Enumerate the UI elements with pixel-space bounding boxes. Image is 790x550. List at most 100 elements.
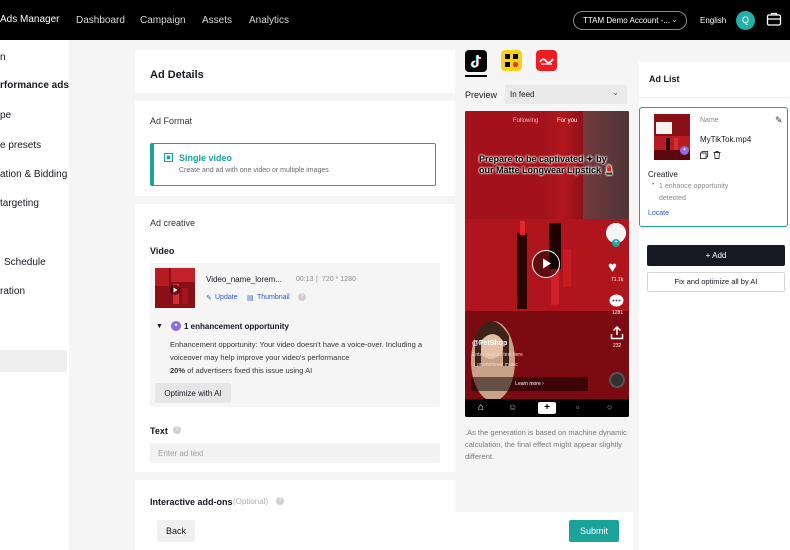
thumbnail-link[interactable]: Thumbnail bbox=[257, 294, 290, 301]
language-selector[interactable]: English bbox=[700, 16, 726, 25]
back-button[interactable]: Back bbox=[157, 520, 195, 542]
sidebar-item-targeting[interactable]: targeting bbox=[0, 198, 39, 209]
page-title: Ad Details bbox=[150, 69, 204, 81]
video-caption-overlay: Prepare to be captivated ✦ by our Matte … bbox=[479, 154, 615, 175]
sidebar-item-0[interactable]: n bbox=[0, 52, 6, 63]
follow-plus-icon[interactable]: + bbox=[612, 239, 620, 247]
sidebar-item-presets[interactable]: e presets bbox=[0, 140, 41, 151]
add-ad-button[interactable]: + Add bbox=[647, 245, 785, 266]
create-plus-icon[interactable]: + bbox=[538, 402, 556, 414]
format-card-desc: Create and ad with one video or multiple… bbox=[179, 167, 329, 174]
play-button[interactable] bbox=[532, 250, 560, 278]
help-icon[interactable]: ? bbox=[173, 426, 181, 434]
inbox-icon[interactable]: ▫ bbox=[576, 402, 579, 412]
fix-optimize-all-button[interactable]: Fix and optimize all by AI bbox=[647, 272, 785, 292]
music-disc-icon[interactable] bbox=[609, 372, 625, 388]
preview-label: Preview bbox=[465, 90, 498, 100]
edit-pencil-icon[interactable]: ✎ bbox=[775, 115, 783, 126]
placement-select[interactable]: In feed ⌄ bbox=[505, 85, 627, 104]
placement-value: In feed bbox=[510, 90, 535, 99]
cta-button[interactable]: Learn more › bbox=[471, 377, 588, 391]
enhancement-body: Enhancement opportunity: Your video does… bbox=[170, 340, 423, 362]
pencil-icon[interactable]: ✎ bbox=[206, 294, 212, 302]
ad-handle[interactable]: @PetShop bbox=[472, 340, 507, 347]
left-sidebar: n rformance ads pe e presets ation & Bid… bbox=[0, 40, 69, 550]
video-resolution: 720 * 1280 bbox=[322, 276, 356, 283]
copy-icon[interactable] bbox=[700, 151, 708, 159]
submit-button[interactable]: Submit bbox=[569, 520, 619, 542]
sidebar-item-schedule[interactable]: Schedule bbox=[4, 257, 46, 268]
placement-selected-underline bbox=[465, 75, 487, 77]
section-divider bbox=[135, 196, 455, 204]
video-duration: 00:13 bbox=[296, 276, 314, 283]
sidebar-item-selected[interactable] bbox=[0, 350, 67, 372]
sidebar-item-generation[interactable]: ration bbox=[0, 286, 25, 297]
format-card-title: Single video bbox=[179, 153, 233, 163]
heart-icon[interactable]: ♥ bbox=[608, 259, 617, 276]
chevron-down-icon: ⌄ bbox=[671, 15, 678, 24]
capcut-placement-icon[interactable] bbox=[536, 50, 557, 71]
ad-text-input[interactable]: Enter ad text bbox=[150, 443, 440, 463]
red-app-logo-icon bbox=[539, 58, 554, 65]
video-label: Video bbox=[150, 246, 175, 256]
app-brand[interactable]: Ads Manager bbox=[0, 14, 59, 25]
home-icon[interactable]: ⌂ bbox=[478, 402, 484, 413]
nav-analytics[interactable]: Analytics bbox=[249, 15, 289, 26]
ai-sparkle-icon: ✦ bbox=[680, 146, 689, 155]
tiktok-logo-icon bbox=[470, 54, 482, 68]
music-line: ♫ promotional music bbox=[472, 362, 518, 368]
share-icon[interactable] bbox=[610, 326, 624, 340]
locate-link[interactable]: Locate bbox=[648, 210, 669, 217]
update-link[interactable]: Update bbox=[215, 294, 238, 301]
ai-sparkle-icon: ✦ bbox=[171, 321, 181, 331]
video-icon bbox=[164, 153, 173, 162]
ad-list-item[interactable]: ✦ Name ✎ MyTikTok.mp4 Creative • 1 enhan… bbox=[639, 107, 788, 227]
top-nav-bar: Ads Manager Dashboard Campaign Assets An… bbox=[0, 0, 790, 40]
friends-icon[interactable]: ☺ bbox=[508, 402, 517, 412]
video-thumbnail[interactable] bbox=[155, 268, 195, 308]
text-label: Text bbox=[150, 426, 168, 436]
image-icon[interactable]: ▤ bbox=[247, 294, 254, 302]
tab-for-you[interactable]: For you bbox=[557, 118, 577, 124]
section-divider bbox=[135, 472, 455, 480]
sidebar-item-bidding[interactable]: ation & Bidding bbox=[0, 169, 67, 180]
pangle-placement-icon[interactable] bbox=[501, 50, 522, 71]
help-icon[interactable]: ? bbox=[298, 293, 306, 301]
ad-text-preview: Enter your ad text here bbox=[472, 352, 523, 358]
single-video-format-card[interactable]: Single video Create and ad with one vide… bbox=[150, 143, 436, 186]
tiktok-bottom-nav: ⌂ ☺ + ▫ ○ bbox=[465, 399, 629, 417]
caret-down-icon[interactable]: ▼ bbox=[156, 323, 163, 330]
sidebar-item-type[interactable]: pe bbox=[0, 110, 11, 121]
ad-creative-label: Ad creative bbox=[150, 218, 196, 228]
preview-disclaimer: .As the generation is based on machine d… bbox=[465, 428, 627, 461]
ad-file-name: MyTikTok.mp4 bbox=[700, 135, 752, 144]
share-count: 232 bbox=[613, 343, 622, 349]
pangle-logo-icon bbox=[505, 54, 519, 68]
creative-label: Creative bbox=[648, 170, 678, 179]
tiktok-placement-icon[interactable] bbox=[465, 50, 487, 72]
ad-list-title: Ad List bbox=[649, 74, 680, 84]
enhancement-stat: 20% of advertisers fixed this issue usin… bbox=[170, 366, 312, 375]
nav-assets[interactable]: Assets bbox=[202, 15, 232, 26]
ad-format-label: Ad Format bbox=[150, 116, 193, 126]
comment-icon[interactable] bbox=[609, 294, 624, 308]
trash-icon[interactable] bbox=[713, 151, 721, 159]
tab-following[interactable]: Following bbox=[513, 118, 538, 124]
avatar[interactable]: Q bbox=[736, 11, 755, 30]
divider: | bbox=[316, 276, 318, 283]
optimize-with-ai-button[interactable]: Optimize with AI bbox=[155, 383, 231, 403]
help-icon[interactable]: ? bbox=[276, 497, 284, 505]
comment-count: 1281 bbox=[612, 310, 624, 316]
nav-campaign[interactable]: Campaign bbox=[140, 15, 186, 26]
stat-percent: 20% bbox=[170, 366, 186, 375]
account-selector[interactable]: TTAM Demo Account -... ⌄ bbox=[573, 11, 687, 30]
play-icon bbox=[543, 258, 551, 269]
nav-dashboard[interactable]: Dashboard bbox=[76, 15, 125, 26]
sidebar-item-performance-ads[interactable]: rformance ads bbox=[0, 80, 69, 91]
cta-label: Learn more bbox=[515, 381, 541, 387]
account-name: TTAM Demo Account -... bbox=[583, 16, 670, 25]
briefcase-icon[interactable] bbox=[766, 11, 782, 27]
optional-tag: (Optional) bbox=[233, 497, 269, 506]
profile-icon[interactable]: ○ bbox=[607, 402, 612, 412]
opportunity-text: 1 enhance opportunity detected bbox=[659, 183, 729, 202]
